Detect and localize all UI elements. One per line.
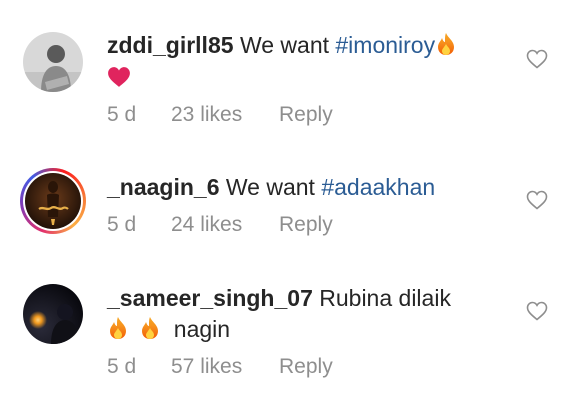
comment-likes[interactable]: 57 likes <box>171 355 242 379</box>
avatar <box>25 173 81 229</box>
avatar[interactable] <box>23 32 83 92</box>
like-heart-icon[interactable] <box>526 49 548 69</box>
comment-time: 5 d <box>107 213 137 236</box>
avatar-story-ring[interactable] <box>20 168 86 234</box>
reply-button[interactable]: Reply <box>279 213 333 237</box>
comment-likes[interactable]: 24 likes <box>171 213 242 237</box>
like-heart-icon[interactable] <box>526 301 548 321</box>
reply-button[interactable]: Reply <box>279 355 333 379</box>
comment-username[interactable]: _sameer_singh_07 <box>107 285 313 311</box>
like-heart-icon[interactable] <box>526 190 548 210</box>
comment-body-continued: nagin <box>173 316 231 342</box>
comment-time: 5 d <box>107 355 137 378</box>
fire-emoji-icon <box>139 316 161 340</box>
comment-text: zddi_girll85 We want #imoniroy <box>107 30 507 92</box>
comment-body: Rubina dilaik <box>319 285 451 311</box>
hashtag-link[interactable]: #adaakhan <box>321 174 435 200</box>
comment-username[interactable]: _naagin_6 <box>107 174 220 200</box>
fire-emoji-icon <box>435 32 457 56</box>
comment-username[interactable]: zddi_girll85 <box>107 32 234 58</box>
reply-button[interactable]: Reply <box>279 103 333 127</box>
hashtag-link[interactable]: #imoniroy <box>335 32 435 58</box>
comment-time: 5 d <box>107 103 137 126</box>
comment-text: _naagin_6 We want #adaakhan <box>107 172 507 203</box>
red-heart-emoji-icon <box>107 66 131 88</box>
comment-body: We want <box>225 174 322 200</box>
comment-likes[interactable]: 23 likes <box>171 103 242 127</box>
fire-emoji-icon <box>107 316 129 340</box>
comment-body: We want <box>239 32 336 58</box>
comment-text: _sameer_singh_07 Rubina dilaik nagin <box>107 283 507 345</box>
avatar[interactable] <box>23 284 83 344</box>
